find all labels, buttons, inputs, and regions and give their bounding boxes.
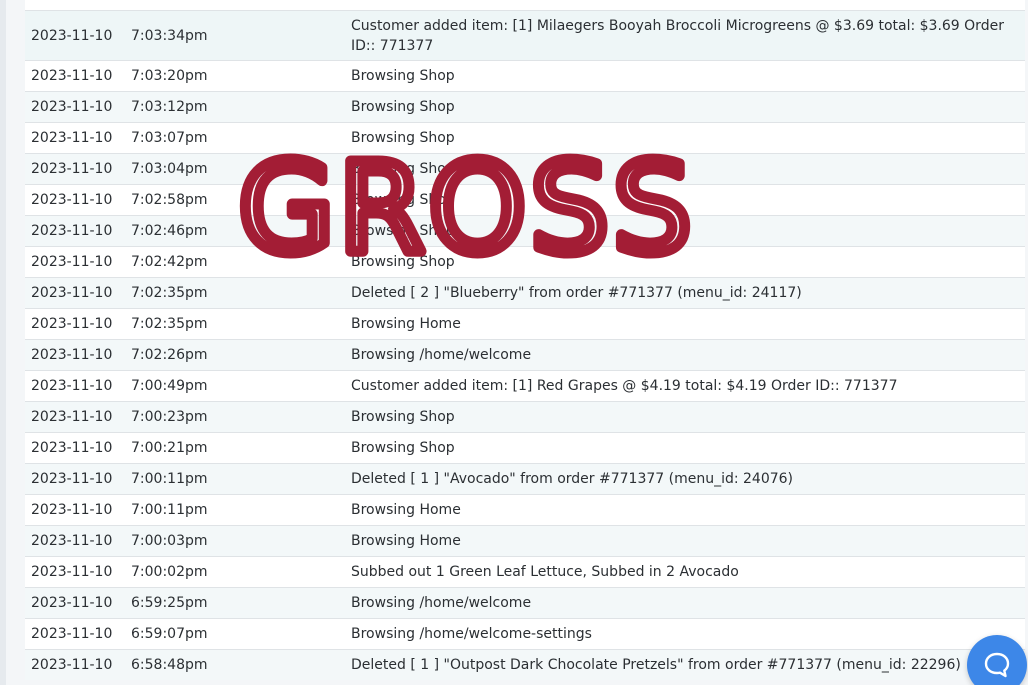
log-row: 2023-11-10 7:00:03pm Browsing Home xyxy=(25,525,1025,557)
log-date: 2023-11-10 xyxy=(31,409,113,425)
log-date xyxy=(25,0,125,11)
log-time: 7:02:42pm xyxy=(131,254,208,270)
log-date: 2023-11-10 xyxy=(31,657,113,673)
log-date: 2023-11-10 xyxy=(31,99,113,115)
log-row xyxy=(25,0,1025,11)
log-row: 2023-11-10 7:02:46pm Browsing Shop xyxy=(25,215,1025,247)
log-message: Browsing Home xyxy=(351,502,461,518)
log-date: 2023-11-10 xyxy=(31,27,113,44)
log-message: Browsing Shop xyxy=(351,161,455,177)
log-row: 2023-11-10 7:02:26pm Browsing /home/welcom… xyxy=(25,339,1025,371)
log-time: 7:00:03pm xyxy=(131,533,208,549)
log-date: 2023-11-10 xyxy=(31,471,113,487)
log-date: 2023-11-10 xyxy=(31,347,113,363)
log-date: 2023-11-10 xyxy=(31,285,113,301)
log-row: 2023-11-10 6:59:25pm Browsing /home/welcom… xyxy=(25,587,1025,619)
log-row: 2023-11-10 7:03:07pm Browsing Shop xyxy=(25,122,1025,154)
log-row: 2023-11-10 7:03:20pm Browsing Shop xyxy=(25,60,1025,92)
log-row: 2023-11-10 7:00:02pm Subbed out 1 Green Le… xyxy=(25,556,1025,588)
log-message: Browsing Home xyxy=(351,316,461,332)
sidebar-edge xyxy=(0,0,6,685)
log-row: 2023-11-10 7:02:35pm Browsing Home xyxy=(25,308,1025,340)
activity-log-page: 2023-11-10 7:03:34pm Customer added item: … xyxy=(0,0,1028,685)
log-row: 2023-11-10 7:02:35pm Deleted [ 2 ] "Bluebe… xyxy=(25,277,1025,309)
log-message: Deleted [ 2 ] "Blueberry" from order #77… xyxy=(351,285,802,301)
log-time: 7:03:34pm xyxy=(131,27,208,44)
log-date: 2023-11-10 xyxy=(31,130,113,146)
log-time: 7:00:11pm xyxy=(131,502,208,518)
log-time: 7:02:35pm xyxy=(131,285,208,301)
log-message: Deleted [ 1 ] "Avocado" from order #7713… xyxy=(351,471,794,487)
log-message: Browsing /home/welcome xyxy=(351,347,532,363)
log-time: 7:03:20pm xyxy=(131,68,208,84)
log-time: 7:00:02pm xyxy=(131,564,208,580)
log-date: 2023-11-10 xyxy=(31,254,113,270)
log-date: 2023-11-10 xyxy=(31,533,113,549)
log-row: 2023-11-10 7:00:49pm Customer added item: … xyxy=(25,370,1025,402)
log-time: 6:59:25pm xyxy=(131,595,208,611)
log-time: 7:00:21pm xyxy=(131,440,208,456)
log-time: 7:03:04pm xyxy=(131,161,208,177)
log-row: 2023-11-10 7:02:42pm Browsing Shop xyxy=(25,246,1025,278)
log-date: 2023-11-10 xyxy=(31,502,113,518)
log-message: Browsing Shop xyxy=(351,223,455,239)
log-date: 2023-11-10 xyxy=(31,378,113,394)
log-message: Subbed out 1 Green Leaf Lettuce, Subbed … xyxy=(351,564,739,580)
log-time: 7:00:23pm xyxy=(131,409,208,425)
log-message: Browsing Shop xyxy=(351,68,455,84)
log-date: 2023-11-10 xyxy=(31,192,113,208)
log-time xyxy=(125,0,345,11)
log-time: 7:00:49pm xyxy=(131,378,208,394)
log-date: 2023-11-10 xyxy=(31,564,113,580)
log-time: 6:58:48pm xyxy=(131,657,208,673)
log-row: 2023-11-10 7:00:21pm Browsing Shop xyxy=(25,432,1025,464)
log-date: 2023-11-10 xyxy=(31,68,113,84)
log-message: Browsing /home/welcome-settings xyxy=(351,626,592,642)
log-time: 7:02:26pm xyxy=(131,347,208,363)
log-row: 2023-11-10 7:03:34pm Customer added item: … xyxy=(25,10,1025,61)
log-row: 2023-11-10 7:03:04pm Browsing Shop xyxy=(25,153,1025,185)
log-row: 2023-11-10 7:02:58pm Browsing Shop xyxy=(25,184,1025,216)
log-row: 2023-11-10 7:00:11pm Browsing Home xyxy=(25,494,1025,526)
log-row: 2023-11-10 7:00:23pm Browsing Shop xyxy=(25,401,1025,433)
log-message: Browsing Shop xyxy=(351,440,455,456)
log-row: 2023-11-10 7:00:11pm Deleted [ 1 ] "Avocad… xyxy=(25,463,1025,495)
log-time: 7:02:35pm xyxy=(131,316,208,332)
log-message: Browsing /home/welcome xyxy=(351,595,532,611)
log-date: 2023-11-10 xyxy=(31,595,113,611)
log-message: Browsing Shop xyxy=(351,99,455,115)
log-message: Deleted [ 1 ] "Outpost Dark Chocolate Pr… xyxy=(351,657,961,673)
log-message: Browsing Shop xyxy=(351,192,455,208)
log-row: 2023-11-10 6:59:07pm Browsing /home/welcom… xyxy=(25,618,1025,650)
log-message: Browsing Shop xyxy=(351,254,455,270)
log-date: 2023-11-10 xyxy=(31,440,113,456)
log-row: 2023-11-10 6:58:48pm Deleted [ 1 ] "Outpos… xyxy=(25,649,1025,680)
activity-log-table: 2023-11-10 7:03:34pm Customer added item: … xyxy=(25,0,1025,680)
log-time: 6:59:07pm xyxy=(131,626,208,642)
log-message: Customer added item: [1] Milaegers Booya… xyxy=(351,17,1004,54)
log-date: 2023-11-10 xyxy=(31,161,113,177)
log-date: 2023-11-10 xyxy=(31,626,113,642)
log-message: Browsing Shop xyxy=(351,409,455,425)
log-message: Customer added item: [1] Red Grapes @ $4… xyxy=(351,378,898,394)
log-time: 7:03:12pm xyxy=(131,99,208,115)
log-date: 2023-11-10 xyxy=(31,316,113,332)
activity-log-body: 2023-11-10 7:03:34pm Customer added item: … xyxy=(25,0,1025,680)
log-time: 7:03:07pm xyxy=(131,130,208,146)
log-message: Browsing Shop xyxy=(351,130,455,146)
log-message xyxy=(345,0,1025,11)
log-time: 7:02:58pm xyxy=(131,192,208,208)
log-time: 7:00:11pm xyxy=(131,471,208,487)
log-date: 2023-11-10 xyxy=(31,223,113,239)
log-message: Browsing Home xyxy=(351,533,461,549)
chat-bubble-icon xyxy=(984,652,1010,678)
log-row: 2023-11-10 7:03:12pm Browsing Shop xyxy=(25,91,1025,123)
log-time: 7:02:46pm xyxy=(131,223,208,239)
